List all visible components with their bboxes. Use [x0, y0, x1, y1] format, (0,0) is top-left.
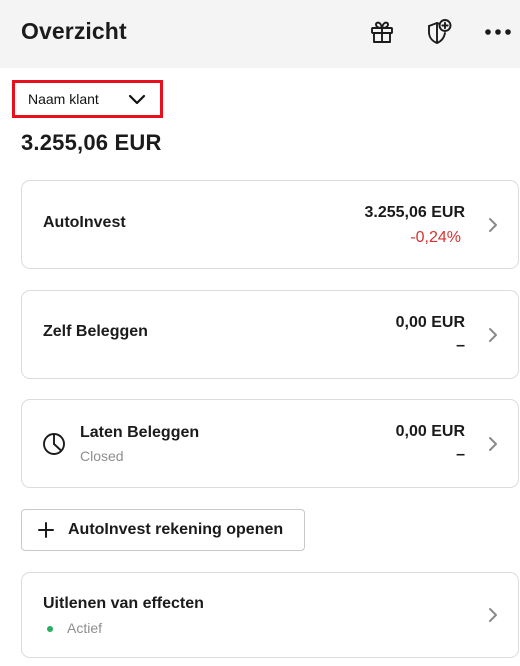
card-status: Actief	[67, 620, 103, 636]
status-dot	[47, 626, 53, 632]
card-title: Uitlenen van effecten	[43, 595, 204, 612]
card-amount: 3.255,06 EUR	[364, 204, 465, 221]
card-change: –	[456, 446, 465, 463]
chevron-down-icon	[127, 93, 147, 111]
card-title: Laten Beleggen	[80, 424, 200, 441]
clock-icon	[42, 432, 66, 461]
card-title: Zelf Beleggen	[43, 323, 148, 340]
gift-icon[interactable]	[367, 17, 397, 47]
card-uitlenen-van-effecten[interactable]: Uitlenen van effecten Actief	[21, 572, 519, 658]
account-selector-label: Naam klant	[28, 91, 99, 107]
card-title: AutoInvest	[43, 214, 126, 231]
more-icon[interactable]	[483, 17, 513, 47]
card-status: Closed	[80, 448, 124, 464]
open-account-label: AutoInvest rekening openen	[68, 521, 284, 538]
account-selector[interactable]: Naam klant	[12, 80, 163, 118]
overview-content: Naam klant 3.255,06 EUR AutoInvest 3.255…	[0, 68, 520, 666]
plus-icon	[38, 522, 54, 543]
card-amount: 0,00 EUR	[395, 423, 465, 440]
chevron-right-icon	[488, 436, 498, 457]
page-title: Overzicht	[21, 18, 127, 44]
card-amount: 0,00 EUR	[395, 314, 465, 331]
open-autoinvest-account-button[interactable]: AutoInvest rekening openen	[21, 509, 305, 551]
shield-plus-icon[interactable]	[423, 17, 453, 47]
top-header: Overzicht	[0, 0, 520, 68]
chevron-right-icon	[488, 327, 498, 348]
total-value: 3.255,06 EUR	[21, 130, 162, 155]
card-laten-beleggen[interactable]: Laten Beleggen Closed 0,00 EUR –	[21, 399, 519, 488]
card-change: -0,24%	[410, 229, 461, 246]
chevron-right-icon	[488, 217, 498, 238]
chevron-right-icon	[488, 607, 498, 628]
card-change: –	[456, 337, 465, 354]
card-zelf-beleggen[interactable]: Zelf Beleggen 0,00 EUR –	[21, 290, 519, 379]
card-autoinvest[interactable]: AutoInvest 3.255,06 EUR -0,24%	[21, 180, 519, 269]
